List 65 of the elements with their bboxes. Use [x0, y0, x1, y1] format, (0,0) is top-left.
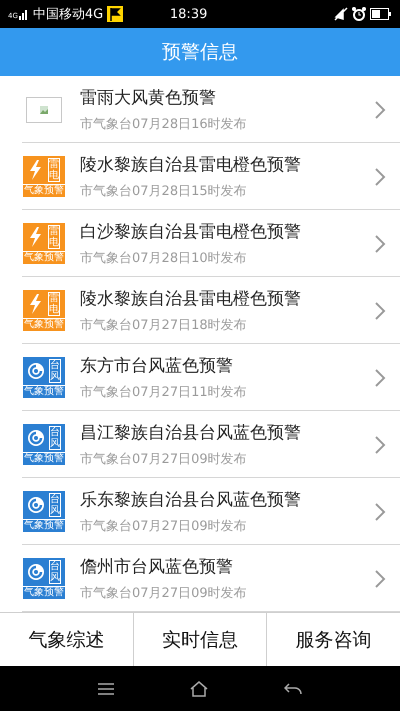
- alert-title: 陵水黎族自治县雷电橙色预警: [80, 288, 302, 310]
- alert-item[interactable]: 台风 气象预警 昌江黎族自治县台风蓝色预警 市气象台07月27日09时发布: [0, 411, 400, 478]
- alert-subtitle: 市气象台07月27日18时发布: [80, 317, 248, 334]
- page-title: 预警信息: [162, 40, 238, 65]
- alert-subtitle: 市气象台07月27日09时发布: [80, 451, 248, 468]
- alert-title: 陵水黎族自治县雷电橙色预警: [80, 154, 302, 176]
- alert-item[interactable]: 雷电 气象预警 白沙黎族自治县雷电橙色预警 市气象台07月28日10时发布: [0, 210, 400, 277]
- carrier-name: 中国移动4G: [32, 6, 104, 23]
- alert-item[interactable]: 雷电 气象预警 陵水黎族自治县雷电橙色预警 市气象台07月28日15时发布: [0, 143, 400, 210]
- alert-subtitle: 市气象台07月27日09时发布: [80, 585, 248, 602]
- badge-footer: 气象预警: [23, 519, 65, 532]
- alert-subtitle: 市气象台07月27日11时发布: [80, 384, 248, 401]
- typhoon-icon: [27, 429, 45, 447]
- lightning-icon: [28, 294, 42, 314]
- badge-label: 雷电: [48, 292, 60, 316]
- alert-title: 昌江黎族自治县台风蓝色预警: [80, 422, 302, 444]
- chevron-icon: [374, 234, 386, 254]
- alarm-icon: [352, 7, 366, 21]
- alert-subtitle: 市气象台07月28日16时发布: [80, 116, 248, 133]
- alert-subtitle: 市气象台07月28日15时发布: [80, 183, 248, 200]
- chevron-icon: [374, 502, 386, 522]
- menu-icon[interactable]: [98, 682, 114, 694]
- badge-label: 台风: [49, 359, 61, 383]
- chevron-icon: [374, 434, 386, 454]
- badge-label: 雷电: [48, 225, 60, 249]
- badge-footer: 气象预警: [23, 452, 65, 465]
- typhoon-icon: [27, 563, 45, 581]
- chevron-icon: [374, 568, 386, 588]
- alert-item[interactable]: 台风 气象预警 儋州市台风蓝色预警 市气象台07月27日09时发布: [0, 545, 400, 612]
- alert-item[interactable]: 台风 气象预警 东方市台风蓝色预警 市气象台07月27日11时发布: [0, 344, 400, 411]
- chevron-icon: [374, 368, 386, 388]
- back-icon[interactable]: [284, 682, 302, 694]
- typhoon-icon: [27, 496, 45, 514]
- lightning-icon: [28, 160, 42, 180]
- flag-icon: [107, 6, 124, 22]
- alert-item[interactable]: 雷电 气象预警 陵水黎族自治县雷电橙色预警 市气象台07月27日18时发布: [0, 277, 400, 344]
- clock-time: 18:39: [170, 6, 208, 22]
- badge-footer: 气象预警: [23, 318, 65, 331]
- alert-title: 东方市台风蓝色预警: [80, 355, 234, 377]
- battery-icon: [370, 8, 392, 20]
- badge-footer: 气象预警: [23, 184, 65, 197]
- alert-title: 儋州市台风蓝色预警: [80, 556, 234, 578]
- chevron-icon: [374, 300, 386, 320]
- alert-item[interactable]: 台风 气象预警 乐东黎族自治县台风蓝色预警 市气象台07月27日09时发布: [0, 478, 400, 545]
- chevron-icon: [374, 100, 386, 120]
- alert-subtitle: 市气象台07月28日10时发布: [80, 250, 248, 267]
- badge-label: 台风: [49, 493, 61, 517]
- mute-icon: [334, 7, 348, 21]
- badge-footer: 气象预警: [23, 251, 65, 264]
- chevron-icon: [374, 166, 386, 186]
- home-icon[interactable]: [190, 680, 208, 696]
- badge-label: 台风: [49, 426, 61, 450]
- signal-icon: [18, 8, 29, 20]
- badge-label: 台风: [49, 560, 61, 584]
- alert-title: 白沙黎族自治县雷电橙色预警: [80, 221, 302, 243]
- lightning-icon: [28, 227, 42, 247]
- badge-footer: 气象预警: [23, 385, 65, 398]
- alert-title: 乐东黎族自治县台风蓝色预警: [80, 489, 302, 511]
- alert-item[interactable]: 雷雨大风黄色预警 市气象台07月28日16时发布: [0, 76, 400, 143]
- alert-title: 雷雨大风黄色预警: [80, 87, 217, 109]
- alert-subtitle: 市气象台07月27日09时发布: [80, 518, 248, 535]
- badge-label: 雷电: [48, 158, 60, 182]
- badge-footer: 气象预警: [23, 586, 65, 599]
- typhoon-icon: [27, 362, 45, 380]
- broken-image-icon: [26, 96, 62, 122]
